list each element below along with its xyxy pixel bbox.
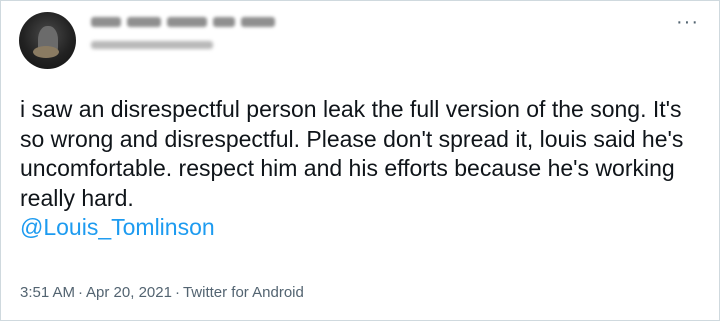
tweet-time[interactable]: 3:51 AM: [20, 284, 75, 301]
mention-link[interactable]: @Louis_Tomlinson: [20, 214, 215, 240]
separator: ·: [78, 284, 84, 301]
blurred-username[interactable]: [91, 41, 213, 49]
tweet-body: i saw an disrespectful person leak the f…: [20, 96, 684, 211]
tweet-date[interactable]: Apr 20, 2021: [86, 284, 172, 301]
blurred-display-name[interactable]: [91, 17, 275, 27]
tweet-metadata: 3:51 AM · Apr 20, 2021 · Twitter for Android: [20, 284, 304, 301]
tweet-text: i saw an disrespectful person leak the f…: [20, 95, 710, 243]
tweet-card: ··· i saw an disrespectful person leak t…: [0, 0, 720, 321]
avatar[interactable]: [19, 12, 76, 69]
separator: ·: [174, 284, 180, 301]
tweet-source[interactable]: Twitter for Android: [183, 284, 304, 301]
avatar-guitar-shape: [33, 46, 59, 58]
more-options-icon[interactable]: ···: [676, 11, 699, 34]
